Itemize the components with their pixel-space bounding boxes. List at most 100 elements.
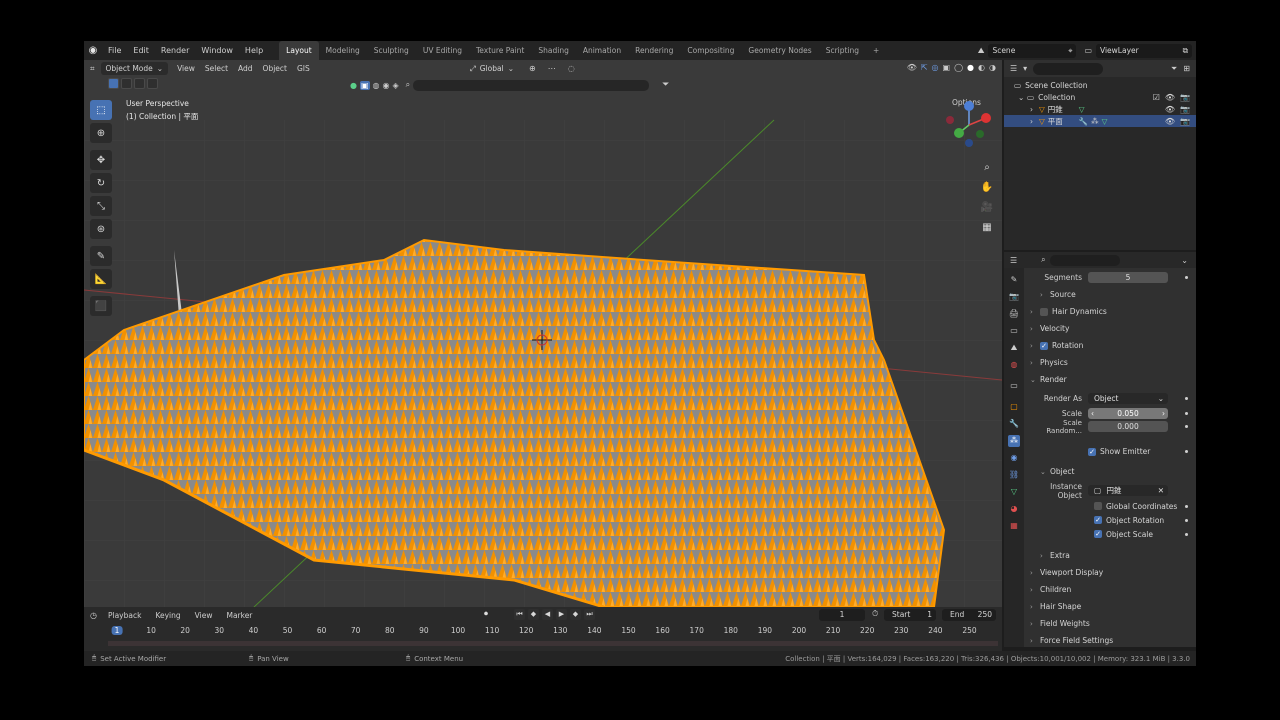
- object-scale-checkbox[interactable]: ✓: [1094, 530, 1102, 538]
- add-workspace-button[interactable]: +: [866, 41, 886, 60]
- solid-shading-icon[interactable]: ●: [967, 63, 974, 72]
- modifier-tab-icon[interactable]: 🔧: [1008, 418, 1020, 430]
- subpanel-object[interactable]: ⌄ Object: [1026, 463, 1194, 480]
- record-icon[interactable]: ⏺: [484, 609, 488, 619]
- snap-icon[interactable]: ⋯: [548, 64, 556, 73]
- hair-dynamics-checkbox[interactable]: [1040, 307, 1048, 316]
- panel-source[interactable]: › Source: [1026, 286, 1194, 303]
- panel-rotation[interactable]: › ✓ Rotation: [1026, 337, 1194, 354]
- menu-add[interactable]: Add: [233, 64, 258, 73]
- eye-icon[interactable]: 👁: [1165, 117, 1175, 126]
- tab-modeling[interactable]: Modeling: [319, 41, 367, 60]
- menu-select[interactable]: Select: [200, 64, 233, 73]
- pan-hand-icon[interactable]: ✋: [977, 178, 997, 196]
- outliner-object-plane[interactable]: › ▽ 平面 🔧 ⁂ ▽ 👁 📷: [1004, 115, 1196, 127]
- increment-icon[interactable]: ›: [1162, 408, 1165, 419]
- tab-animation[interactable]: Animation: [576, 41, 628, 60]
- menu-object[interactable]: Object: [258, 64, 292, 73]
- pivot-icon[interactable]: ⊕: [529, 64, 536, 73]
- 3d-viewport[interactable]: ⌗ Object Mode ⌄ View Select Add Object G…: [84, 60, 1002, 607]
- keyframe-dot[interactable]: [1185, 518, 1188, 522]
- render-tab-icon[interactable]: 📷: [1008, 291, 1020, 303]
- physics-tab-icon[interactable]: ◉: [1008, 452, 1020, 464]
- panel-render[interactable]: ⌄ Render: [1026, 371, 1194, 388]
- menu-timeline-view[interactable]: View: [188, 611, 220, 620]
- start-frame-field[interactable]: Start 1: [884, 609, 936, 621]
- texture-tab-icon[interactable]: ▦: [1008, 520, 1020, 532]
- next-keyframe-icon[interactable]: ◆: [570, 609, 581, 620]
- light-filter-icon[interactable]: ◈: [393, 81, 399, 90]
- new-collection-icon[interactable]: ⊞: [1183, 64, 1190, 73]
- navigation-gizmo[interactable]: [942, 100, 996, 150]
- chevron-down-icon[interactable]: ⌄: [1181, 256, 1188, 265]
- stopwatch-icon[interactable]: ⏱: [872, 609, 878, 619]
- perspective-grid-icon[interactable]: ▦: [977, 218, 997, 236]
- expand-icon[interactable]: ›: [1030, 117, 1039, 126]
- camera-view-icon[interactable]: 🎥: [977, 198, 997, 216]
- prev-keyframe-icon[interactable]: ◆: [528, 609, 539, 620]
- menu-edit[interactable]: Edit: [127, 41, 155, 60]
- output-tab-icon[interactable]: 🖨: [1008, 308, 1020, 320]
- menu-help[interactable]: Help: [239, 41, 269, 60]
- tab-texture-paint[interactable]: Texture Paint: [469, 41, 531, 60]
- panel-velocity[interactable]: › Velocity: [1026, 320, 1194, 337]
- keyframe-dot[interactable]: [1185, 276, 1188, 279]
- world-tab-icon[interactable]: ◍: [1008, 359, 1020, 371]
- panel-physics[interactable]: › Physics: [1026, 354, 1194, 371]
- tab-uv-editing[interactable]: UV Editing: [416, 41, 469, 60]
- checkbox-icon[interactable]: ☑: [1153, 93, 1160, 102]
- tab-compositing[interactable]: Compositing: [680, 41, 741, 60]
- search-icon[interactable]: ⌕: [406, 80, 410, 90]
- timeline-editor-icon[interactable]: ◷: [90, 611, 97, 620]
- menu-view[interactable]: View: [172, 64, 200, 73]
- keyframe-dot[interactable]: [1185, 532, 1188, 536]
- expand-icon[interactable]: ›: [1030, 105, 1039, 114]
- pin-icon[interactable]: ⌖: [1068, 46, 1072, 56]
- outliner-scene-collection[interactable]: ▭ Scene Collection: [1004, 79, 1196, 91]
- display-mode-icon[interactable]: ▾: [1023, 64, 1027, 73]
- panel-force-field[interactable]: › Force Field Settings: [1026, 632, 1194, 647]
- select-box-tool-icon[interactable]: ⬚: [90, 100, 112, 120]
- outliner-editor-icon[interactable]: ☰: [1010, 64, 1017, 73]
- decrement-icon[interactable]: ‹: [1091, 408, 1094, 419]
- select-subtract-icon[interactable]: [134, 78, 145, 89]
- wireframe-shading-icon[interactable]: ◯: [954, 63, 963, 72]
- keyframe-dot[interactable]: [1185, 450, 1188, 453]
- select-extend-icon[interactable]: [121, 78, 132, 89]
- subpanel-extra[interactable]: › Extra: [1026, 547, 1194, 564]
- annotate-tool-icon[interactable]: ✎: [90, 246, 112, 266]
- mode-dropdown[interactable]: Object Mode ⌄: [100, 62, 169, 75]
- panel-viewport-display[interactable]: › Viewport Display: [1026, 564, 1194, 581]
- rotation-checkbox[interactable]: ✓: [1040, 341, 1048, 350]
- select-intersect-icon[interactable]: [147, 78, 158, 89]
- clear-icon[interactable]: ✕: [1158, 485, 1164, 496]
- properties-editor-icon[interactable]: ☰: [1010, 256, 1017, 265]
- tab-shading[interactable]: Shading: [531, 41, 575, 60]
- editor-type-icon[interactable]: ⌗: [90, 64, 95, 74]
- tab-layout[interactable]: Layout: [279, 41, 319, 60]
- scale-field[interactable]: ‹ 0.050 ›: [1088, 408, 1168, 419]
- segments-field[interactable]: 5: [1088, 272, 1168, 283]
- frame-range-bar[interactable]: [108, 641, 998, 646]
- menu-keying[interactable]: Keying: [148, 611, 187, 620]
- tool-tab-icon[interactable]: ✎: [1008, 274, 1020, 286]
- camera-icon[interactable]: 📷: [1180, 105, 1190, 114]
- tab-geometry-nodes[interactable]: Geometry Nodes: [741, 41, 818, 60]
- menu-gis[interactable]: GIS: [292, 64, 315, 73]
- panel-hair-shape[interactable]: › Hair Shape: [1026, 598, 1194, 615]
- instance-object-field[interactable]: ▢ 円錐 ✕: [1088, 485, 1168, 496]
- constraint-tab-icon[interactable]: ⛓: [1008, 469, 1020, 481]
- keyframe-dot[interactable]: [1185, 425, 1188, 428]
- filter-icon[interactable]: ⏷: [662, 80, 669, 90]
- object-tab-icon[interactable]: ▢: [1008, 401, 1020, 413]
- scale-random-field[interactable]: 0.000: [1088, 421, 1168, 432]
- measure-tool-icon[interactable]: 📐: [90, 269, 112, 289]
- color-filter-icon[interactable]: ●: [350, 81, 357, 90]
- scene-selector[interactable]: Scene ⌖: [988, 43, 1077, 58]
- expand-icon[interactable]: ⌄: [1018, 93, 1027, 102]
- properties-search-input[interactable]: [1049, 254, 1120, 266]
- current-frame-field[interactable]: 1: [819, 609, 865, 621]
- transform-tool-icon[interactable]: ⊛: [90, 219, 112, 239]
- filter-icon[interactable]: ⏷: [1171, 64, 1177, 74]
- rendered-shading-icon[interactable]: ◑: [989, 63, 996, 72]
